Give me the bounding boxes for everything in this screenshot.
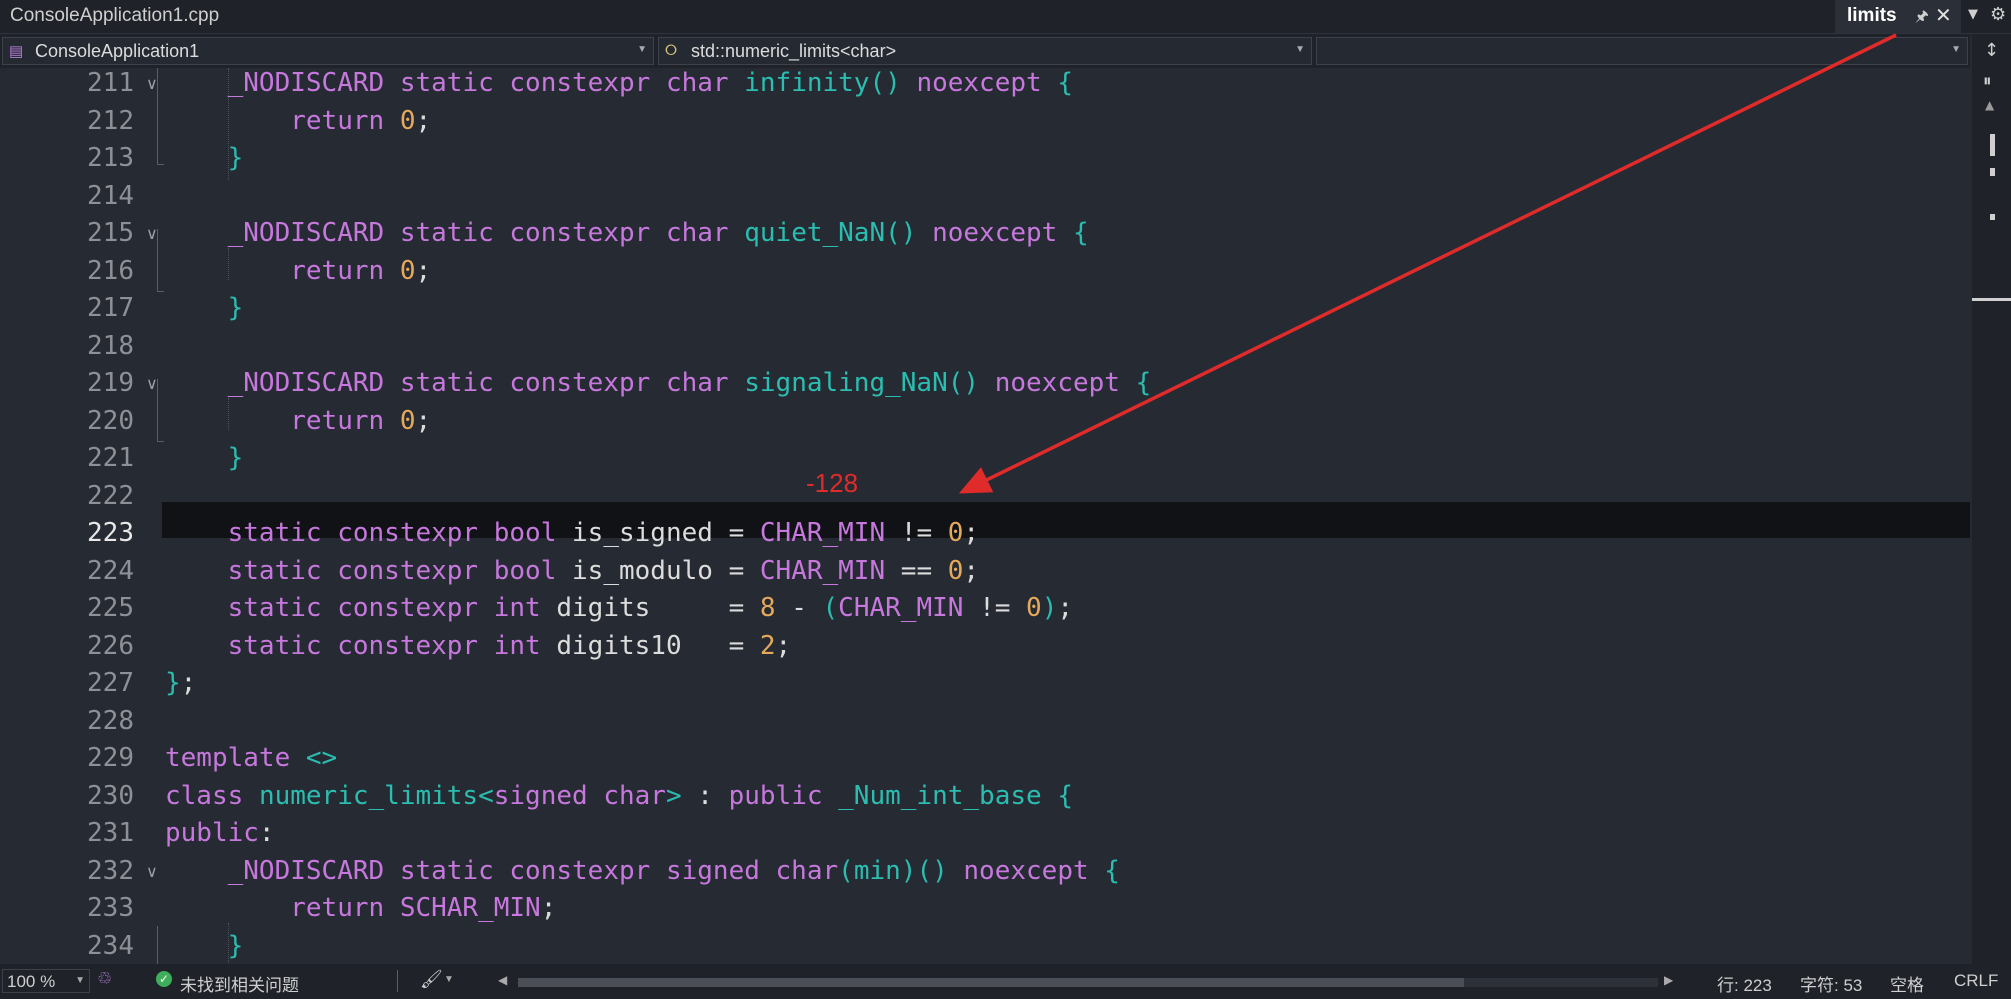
chevron-down-icon[interactable]: ▼ [75, 975, 85, 986]
char-indicator[interactable]: 字符: 53 [1800, 971, 1862, 996]
horizontal-scrollbar-thumb[interactable] [518, 978, 1464, 987]
scroll-left-icon[interactable]: ◀ [498, 973, 507, 987]
check-icon: ✓ [156, 971, 172, 987]
chevron-down-icon[interactable]: ▼ [444, 974, 454, 985]
line-ending-indicator[interactable]: CRLF [1954, 971, 1998, 991]
annotation-arrow [958, 33, 1897, 494]
cleanup-icon[interactable]: 🖌 [420, 969, 443, 990]
issues-status[interactable]: 未找到相关问题 [180, 971, 299, 996]
zoom-dropdown[interactable]: 100 % ▼ [2, 969, 90, 993]
health-icon[interactable]: ♲ [97, 969, 112, 989]
annotation-arrow-line [958, 33, 1897, 494]
indent-indicator[interactable]: 空格 [1890, 971, 1924, 996]
horizontal-scrollbar[interactable] [518, 978, 1658, 987]
line-indicator[interactable]: 行: 223 [1717, 971, 1772, 996]
divider [397, 970, 398, 992]
status-bar: 100 % ▼ ♲ ✓ 未找到相关问题 🖌 ▼ ◀ ▶ 行: 223 字符: 5… [0, 964, 2011, 999]
scroll-right-icon[interactable]: ▶ [1664, 973, 1673, 987]
zoom-value: 100 % [7, 972, 56, 991]
